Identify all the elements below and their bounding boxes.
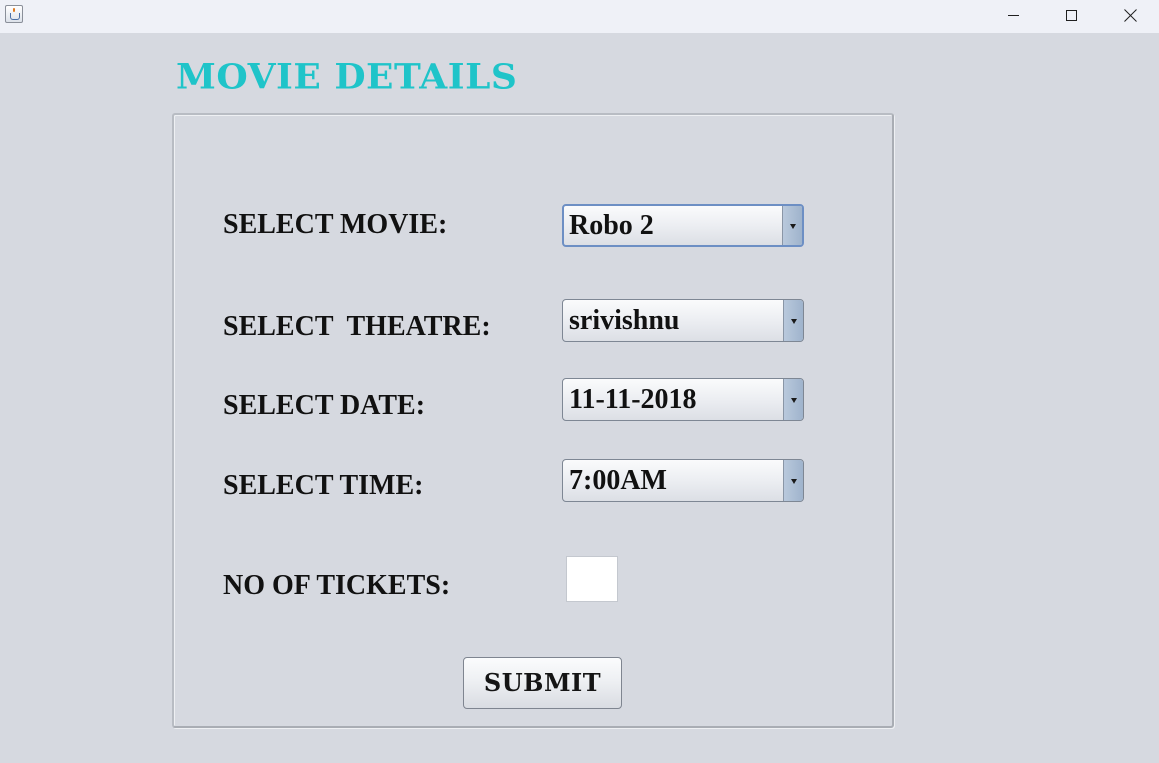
page-title: MOVIE DETAILS [176,56,518,97]
submit-button[interactable]: SUBMIT [463,657,622,709]
date-dropdown-value: 11-11-2018 [569,384,697,415]
no-of-tickets-label: NO OF TICKETS: [223,570,451,601]
time-dropdown-value: 7:00AM [569,465,667,496]
theatre-dropdown[interactable]: srivishnu [562,299,804,342]
chevron-down-icon[interactable] [783,460,803,501]
submit-button-label: SUBMIT [483,668,602,697]
tickets-input[interactable] [566,556,618,602]
app-icon-cup [10,13,20,20]
java-app-icon[interactable] [5,5,23,23]
movie-dropdown-value: Robo 2 [569,210,654,241]
close-icon [1124,9,1137,22]
app-icon-steam [13,8,15,12]
select-movie-label: SELECT MOVIE: [223,209,448,240]
close-button[interactable] [1100,0,1158,33]
chevron-down-icon[interactable] [782,206,802,245]
date-dropdown[interactable]: 11-11-2018 [562,378,804,421]
maximize-icon [1066,10,1077,21]
window-titlebar[interactable] [0,0,1159,33]
minimize-button[interactable] [984,0,1042,33]
chevron-down-icon[interactable] [783,300,803,341]
theatre-dropdown-value: srivishnu [569,305,680,336]
movie-dropdown[interactable]: Robo 2 [562,204,804,247]
select-time-label: SELECT TIME: [223,470,424,501]
select-theatre-label: SELECT THEATRE: [223,311,491,342]
minimize-icon [1008,15,1019,16]
chevron-down-icon[interactable] [783,379,803,420]
time-dropdown[interactable]: 7:00AM [562,459,804,502]
select-date-label: SELECT DATE: [223,390,426,421]
maximize-button[interactable] [1042,0,1100,33]
